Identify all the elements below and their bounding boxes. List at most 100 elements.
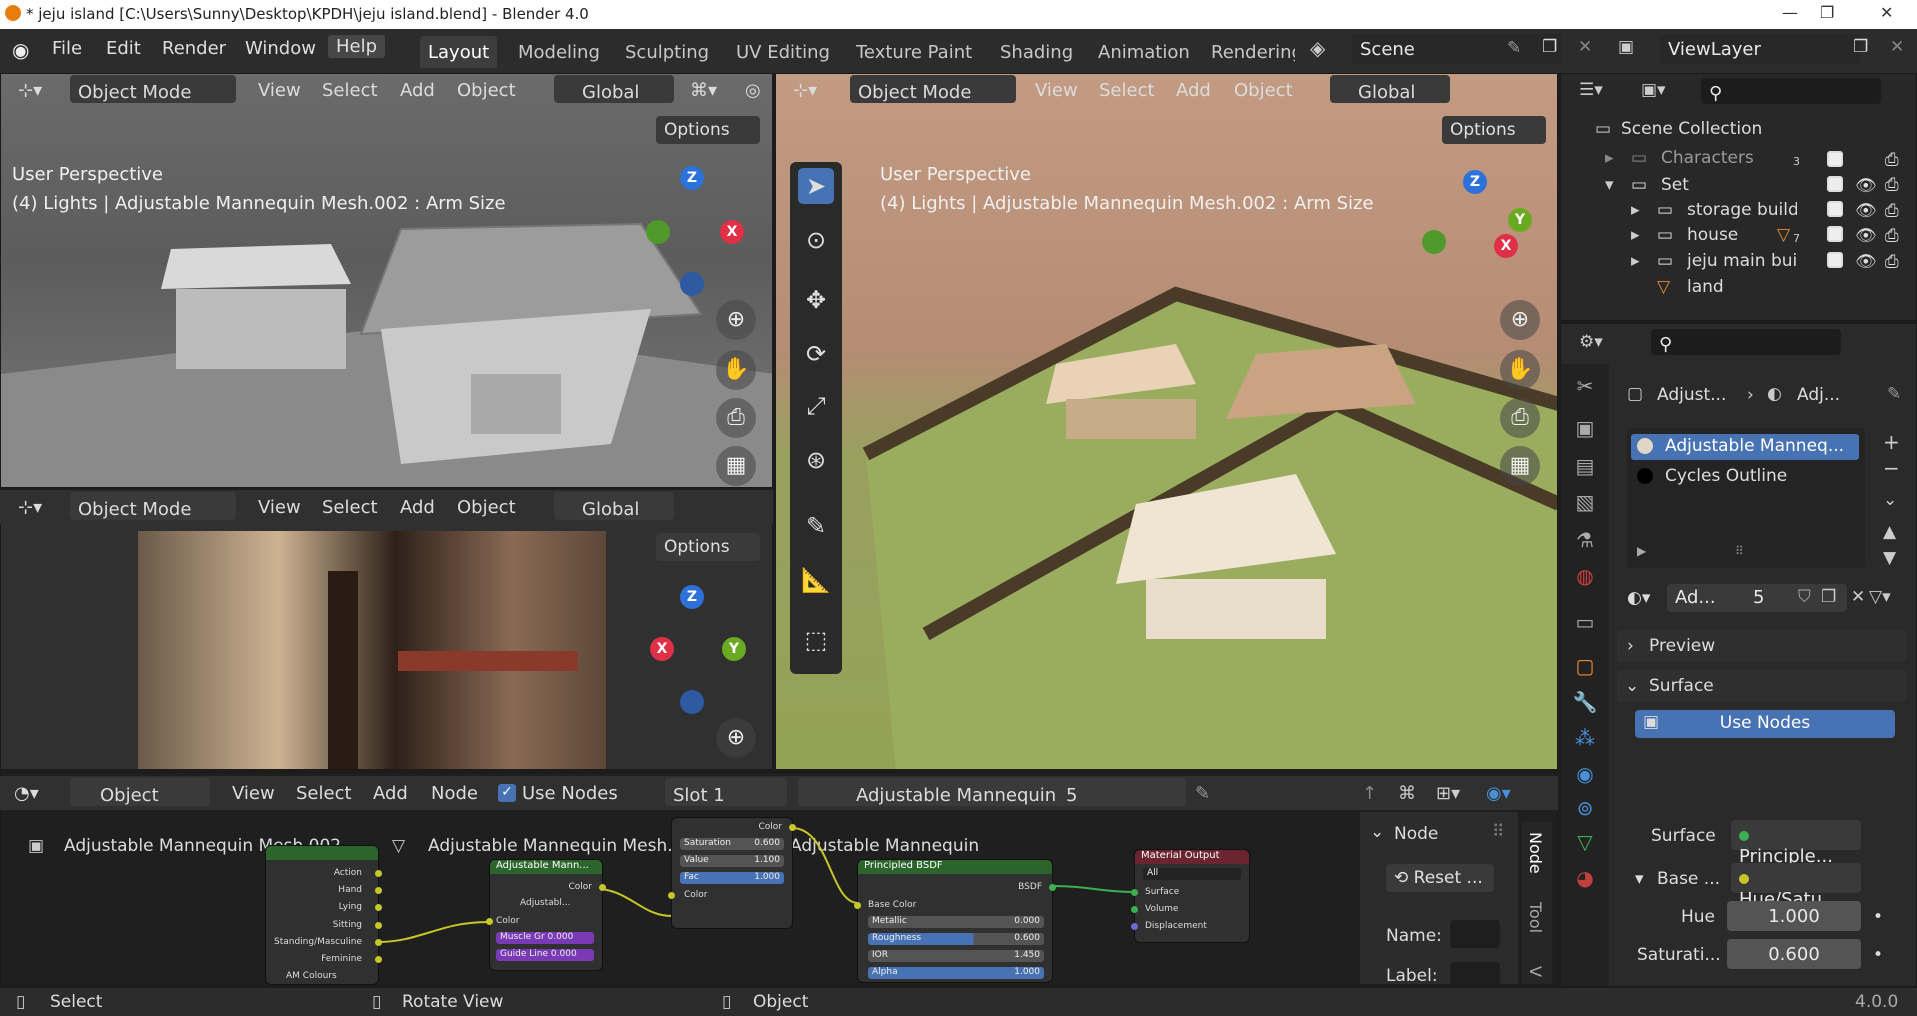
input-socket-icon[interactable] (854, 902, 861, 909)
close-icon[interactable]: ✕ (1880, 3, 1893, 22)
exclude-checkbox[interactable] (1827, 226, 1843, 242)
collection-tab-icon[interactable]: ▭ (1571, 610, 1599, 638)
move-tool-icon[interactable]: ✥ (798, 282, 834, 318)
collapse-arrow-icon[interactable]: ▾ (1605, 175, 1614, 195)
saturation-keyframe-icon[interactable]: • (1873, 945, 1883, 965)
use-nodes-checkbox[interactable]: ✓ (498, 784, 516, 802)
menu-select-node[interactable]: Select (296, 783, 352, 804)
render-tab-icon[interactable]: ▣ (1571, 416, 1599, 444)
muscle-field[interactable]: Muscle Gr 0.000 (496, 932, 594, 944)
alpha-field[interactable]: Alpha 1.000 (868, 967, 1044, 979)
principled-bsdf-node[interactable]: Principled BSDF BSDF Base Color Metallic… (854, 860, 1056, 982)
label-field[interactable] (1450, 962, 1500, 986)
menu-help[interactable]: Help (328, 35, 386, 58)
properties-search-input[interactable]: ⚲ (1651, 329, 1841, 355)
mode-dropdown[interactable]: Object Mode (70, 75, 236, 103)
axis-y-icon-2[interactable]: Y (722, 637, 746, 661)
tab-modeling[interactable]: Modeling (510, 36, 608, 68)
annotate-tool-icon[interactable]: ✎ (798, 508, 834, 544)
scene-icon[interactable]: ◈ (1310, 36, 1325, 60)
tab-layout[interactable]: Layout (420, 36, 498, 68)
expand-arrow-icon[interactable]: ▸ (1605, 148, 1614, 168)
menu-select[interactable]: Select (322, 80, 378, 101)
menu-edit[interactable]: Edit (106, 38, 141, 59)
scene-tab-icon[interactable]: ⚗ (1571, 528, 1599, 556)
material-tab-icon[interactable]: ◕ (1571, 866, 1599, 894)
material-dropdown[interactable]: Adjustable Mannequin 5 (798, 778, 1186, 806)
metallic-field[interactable]: Metallic 0.000 (868, 916, 1044, 928)
expand-arrow-icon[interactable]: ▸ (1631, 225, 1640, 245)
eye-icon[interactable]: 👁 (1855, 226, 1877, 246)
menu-select-2[interactable]: Select (322, 497, 378, 518)
pin-icon-node[interactable]: ✎ (1195, 783, 1210, 804)
tab-sculpting[interactable]: Sculpting (617, 36, 717, 68)
output-socket-icon[interactable] (375, 939, 382, 946)
outliner-search-input[interactable]: ⚲ (1701, 78, 1881, 104)
mode-dropdown-2[interactable]: Object Mode (70, 492, 236, 520)
input-socket-icon[interactable] (486, 918, 493, 925)
exclude-checkbox[interactable] (1827, 151, 1843, 167)
outliner-type-icon[interactable]: ☰▾ (1579, 80, 1603, 100)
menu-view-2[interactable]: View (258, 497, 301, 518)
outliner-row-characters[interactable]: ▸ ▭ Characters 3 (1561, 145, 1841, 170)
orientation-dropdown[interactable]: Global (554, 75, 674, 103)
menu-add-3[interactable]: Add (1176, 80, 1211, 101)
group-output-node[interactable]: Action Hand Lying Sitting Standing/Mascu… (266, 846, 382, 984)
axis-x-icon-3[interactable]: X (1494, 234, 1518, 258)
menu-select-3[interactable]: Select (1099, 80, 1155, 101)
menu-window[interactable]: Window (245, 38, 316, 59)
editor-type-icon-node[interactable]: ◔▾ (14, 783, 39, 804)
minimize-icon[interactable]: — (1782, 3, 1798, 22)
ortho-grid-icon-3[interactable]: ▦ (1500, 446, 1540, 486)
options-button-1[interactable]: Options (656, 116, 760, 144)
menu-add-node[interactable]: Add (373, 783, 408, 804)
pin-icon[interactable]: ✎ (1887, 384, 1901, 404)
material-browse-icon[interactable]: ◐▾ (1627, 588, 1650, 608)
blender-menu-icon[interactable]: ◉ (12, 38, 29, 62)
menu-object-2[interactable]: Object (457, 497, 516, 518)
tab-node[interactable]: Node (1526, 832, 1545, 874)
outliner-row-set[interactable]: ▾ ▭ Set (1561, 172, 1841, 197)
viewport-bottom-left[interactable] (0, 490, 773, 770)
add-cube-tool-icon[interactable]: ⬚ (798, 622, 834, 658)
parent-node-tree-icon[interactable]: ↑ (1362, 783, 1377, 804)
new-view-layer-icon[interactable]: ❐ (1853, 37, 1868, 57)
view-layer-tab-icon[interactable]: ▧ (1571, 490, 1599, 518)
physics-tab-icon[interactable]: ◉ (1571, 762, 1599, 790)
remove-slot-icon[interactable]: − (1883, 456, 1900, 480)
link-type-icon[interactable]: ▽▾ (1869, 587, 1891, 607)
delete-scene-icon[interactable]: ✕ (1578, 37, 1592, 57)
overlay-icon-node[interactable]: ◉▾ (1486, 783, 1511, 804)
resize-handle-icon[interactable]: ⠿ (1735, 544, 1744, 558)
snap-icon-node[interactable]: ⌘ (1398, 783, 1416, 804)
camera-render-icon[interactable]: ⎙ (1885, 201, 1899, 221)
unlink-material-icon[interactable]: ✕ (1851, 587, 1865, 607)
axis-x-icon-2[interactable]: X (650, 637, 674, 661)
material-name-field[interactable]: Ad... 5 (1667, 584, 1847, 612)
rotate-tool-icon[interactable]: ⟳ (798, 336, 834, 372)
axis-neg-y-icon-3[interactable] (1422, 230, 1446, 254)
view-layer-icon[interactable]: ▣ (1618, 37, 1634, 57)
output-socket-icon[interactable] (375, 922, 382, 929)
menu-object-3[interactable]: Object (1234, 80, 1293, 101)
outliner-row-storage[interactable]: ▸ ▭ storage buildir (1561, 197, 1841, 222)
axis-neg-z-icon-2[interactable] (680, 690, 704, 714)
output-socket-icon[interactable] (375, 904, 382, 911)
axis-y-icon[interactable] (646, 220, 670, 244)
object-tab-icon[interactable]: ▢ (1571, 654, 1599, 682)
snap-icon[interactable]: ⌘▾ (690, 80, 717, 101)
new-scene-icon[interactable]: ❐ (1542, 37, 1557, 57)
camera-icon-3[interactable]: ⎙ (1500, 398, 1540, 438)
axis-neg-z-icon[interactable] (680, 272, 704, 296)
measure-tool-icon[interactable]: 📐 (798, 562, 834, 598)
menu-view-node[interactable]: View (232, 783, 275, 804)
input-socket-icon[interactable] (1131, 906, 1138, 913)
hue-field[interactable]: 1.000 (1727, 901, 1861, 931)
move-down-icon[interactable]: ▼ (1883, 548, 1896, 568)
roughness-field[interactable]: Roughness 0.600 (868, 933, 1044, 945)
base-color-arrow-icon[interactable]: ▾ (1635, 869, 1644, 889)
input-socket-icon[interactable] (1131, 923, 1138, 930)
select-box-tool-icon[interactable]: ➤ (798, 168, 834, 204)
exclude-checkbox[interactable] (1827, 176, 1843, 192)
constraints-tab-icon[interactable]: ⊚ (1571, 796, 1599, 824)
